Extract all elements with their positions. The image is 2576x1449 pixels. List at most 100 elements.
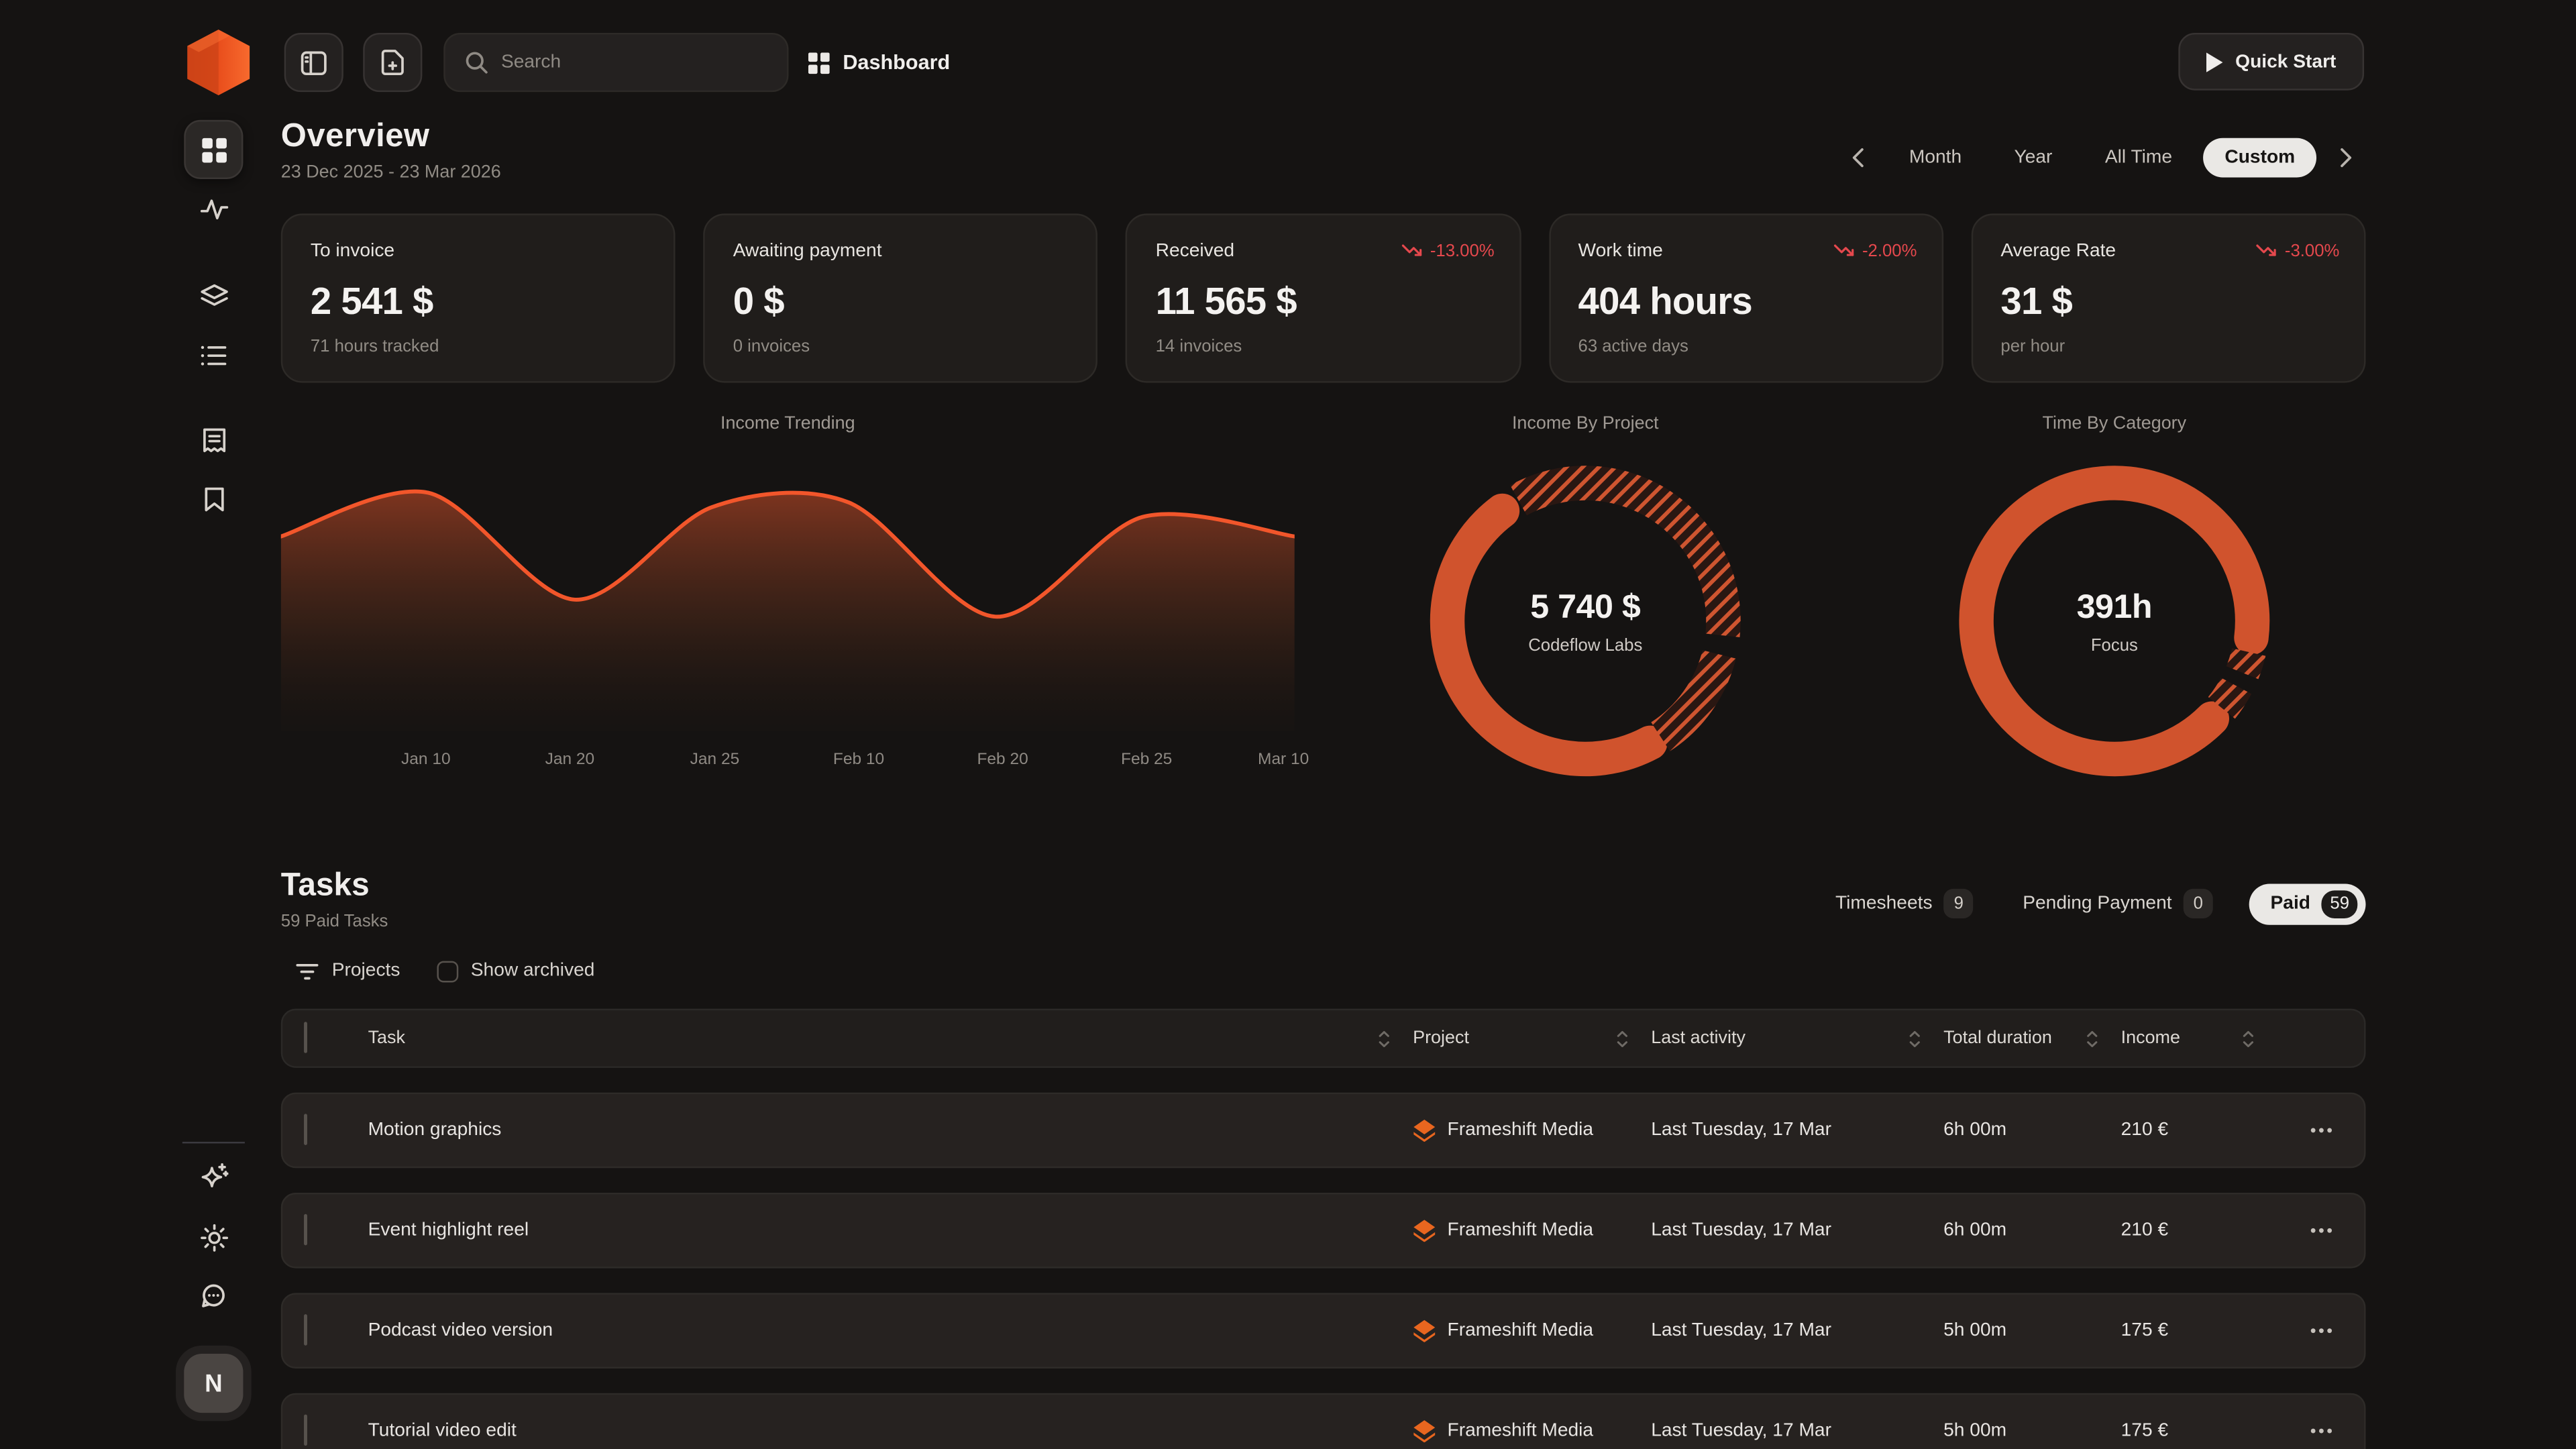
table-row[interactable]: Motion graphics Frameshift Media Last Tu… <box>281 1093 2366 1169</box>
table-row[interactable]: Tutorial video edit Frameshift Media Las… <box>281 1393 2366 1449</box>
stat-cards: To invoice 2 541 $ 71 hours tracked Awai… <box>281 213 2366 382</box>
sidebar-item-ai-assistant[interactable] <box>184 1146 243 1205</box>
table-row[interactable]: Podcast video version Frameshift Media L… <box>281 1293 2366 1368</box>
total-duration: 5h 00m <box>1943 1321 2104 1340</box>
income-value: 175 € <box>2121 1321 2261 1340</box>
row-checkbox[interactable] <box>304 1214 307 1246</box>
x-axis-label: Jan 25 <box>690 751 740 769</box>
chart-title: Income By Project <box>1405 414 1766 433</box>
task-name: Event highlight reel <box>368 1221 1397 1240</box>
sort-icon[interactable] <box>1909 1029 1921 1047</box>
new-document-button[interactable] <box>363 33 422 92</box>
sidebar-item-settings[interactable] <box>184 1208 243 1267</box>
user-avatar[interactable]: N <box>184 1354 243 1413</box>
tasks-tabs: Timesheets 9 Pending Payment 0 Paid 59 <box>1822 881 2365 927</box>
project-name: Frameshift Media <box>1448 1321 1594 1340</box>
period-custom[interactable]: Custom <box>2204 138 2317 178</box>
total-duration: 5h 00m <box>1943 1421 2104 1440</box>
sidebar-item-activity[interactable] <box>184 179 243 238</box>
sidebar-item-dashboard[interactable] <box>184 120 243 179</box>
period-year[interactable]: Year <box>1993 138 2074 178</box>
panel-left-icon <box>301 50 327 75</box>
chevron-left-icon <box>1851 148 1865 167</box>
sort-icon[interactable] <box>2243 1029 2254 1047</box>
dashboard-grid-icon <box>808 52 830 73</box>
income-value: 210 € <box>2121 1221 2261 1240</box>
stat-sub: 0 invoices <box>733 337 1069 356</box>
table-header-row: Task Project Last activity <box>281 1009 2366 1068</box>
stat-change-value: -3.00% <box>2285 241 2340 261</box>
search-bar[interactable] <box>443 33 788 92</box>
show-archived-toggle[interactable]: Show archived <box>436 960 594 981</box>
task-name: Podcast video version <box>368 1321 1397 1340</box>
tasks-table: Task Project Last activity <box>281 1009 2366 1449</box>
x-axis-label: Jan 10 <box>401 751 451 769</box>
tab-pending-payment[interactable]: Pending Payment 0 <box>2010 881 2226 927</box>
dashboard-grid-icon <box>201 137 226 162</box>
donut-center-label: Codeflow Labs <box>1528 635 1642 655</box>
row-menu-button[interactable] <box>2277 1428 2343 1434</box>
stat-card-average-rate: Average Rate -3.00% 31 $ per hour <box>1971 213 2365 382</box>
trend-x-labels: Jan 10Jan 20Jan 25Feb 10Feb 20Feb 25Mar … <box>281 751 1295 773</box>
tab-count-badge: 59 <box>2322 890 2357 918</box>
period-all-time[interactable]: All Time <box>2084 138 2194 178</box>
sidebar: N <box>171 109 256 1449</box>
quick-start-button[interactable]: Quick Start <box>2178 33 2364 91</box>
total-duration: 6h 00m <box>1943 1120 2104 1140</box>
projects-filter-button[interactable]: Projects <box>296 961 400 981</box>
income-value: 210 € <box>2121 1120 2261 1140</box>
stat-value: 11 565 $ <box>1156 279 1491 323</box>
list-icon <box>201 344 227 366</box>
play-icon <box>2206 52 2222 71</box>
row-menu-button[interactable] <box>2277 1127 2343 1134</box>
project-name: Frameshift Media <box>1448 1221 1594 1240</box>
sidebar-item-list[interactable] <box>184 325 243 384</box>
period-month[interactable]: Month <box>1888 138 1983 178</box>
column-header-task: Task <box>368 1028 405 1048</box>
row-checkbox[interactable] <box>304 1415 307 1446</box>
sidebar-item-layers[interactable] <box>184 266 243 325</box>
tasks-header: Tasks 59 Paid Tasks Timesheets 9 Pending… <box>281 867 2366 943</box>
row-checkbox[interactable] <box>304 1314 307 1346</box>
sort-icon[interactable] <box>2086 1029 2098 1047</box>
prev-period-button[interactable] <box>1839 138 1878 178</box>
breadcrumb[interactable]: Dashboard <box>808 33 950 92</box>
show-archived-checkbox[interactable] <box>436 960 458 981</box>
sidebar-item-feedback[interactable] <box>184 1267 243 1326</box>
layers-icon <box>200 284 228 307</box>
project-layers-icon <box>1413 1419 1436 1442</box>
app-logo-icon[interactable] <box>187 30 250 95</box>
search-input[interactable] <box>501 52 767 72</box>
task-name: Tutorial video edit <box>368 1421 1397 1440</box>
select-all-checkbox[interactable] <box>304 1022 307 1053</box>
tab-timesheets[interactable]: Timesheets 9 <box>1822 881 1986 927</box>
toggle-sidebar-button[interactable] <box>284 33 343 92</box>
stat-sub: 63 active days <box>1578 337 1914 356</box>
tab-paid[interactable]: Paid 59 <box>2249 883 2366 924</box>
sort-icon[interactable] <box>1379 1029 1390 1047</box>
project-cell: Frameshift Media <box>1413 1320 1635 1342</box>
table-row[interactable]: Event highlight reel Frameshift Media La… <box>281 1193 2366 1269</box>
income-trending-svg <box>281 465 1295 731</box>
sidebar-item-invoices[interactable] <box>184 411 243 470</box>
row-menu-button[interactable] <box>2277 1227 2343 1234</box>
tab-count-badge: 9 <box>1944 889 1974 918</box>
activity-pulse-icon <box>200 198 228 219</box>
filter-icon <box>296 962 319 980</box>
last-activity: Last Tuesday, 17 Mar <box>1651 1221 1927 1240</box>
row-checkbox[interactable] <box>304 1114 307 1145</box>
chart-title: Income Trending <box>281 414 1295 433</box>
stat-label: Awaiting payment <box>733 241 1069 261</box>
next-period-button[interactable] <box>2326 138 2366 178</box>
row-menu-button[interactable] <box>2277 1328 2343 1334</box>
sort-icon[interactable] <box>1617 1029 1628 1047</box>
sidebar-item-bookmarks[interactable] <box>184 470 243 529</box>
main-content: Overview 23 Dec 2025 - 23 Mar 2026 Month… <box>281 109 2366 1449</box>
stat-card-work-time: Work time -2.00% 404 hours 63 active day… <box>1548 213 1943 382</box>
period-selector: Month Year All Time Custom <box>1839 138 2366 178</box>
project-cell: Frameshift Media <box>1413 1219 1635 1242</box>
overview-header: Overview 23 Dec 2025 - 23 Mar 2026 Month… <box>281 118 2366 200</box>
column-header-income: Income <box>2121 1028 2180 1048</box>
quick-start-label: Quick Start <box>2235 52 2336 71</box>
x-axis-label: Feb 10 <box>833 751 884 769</box>
